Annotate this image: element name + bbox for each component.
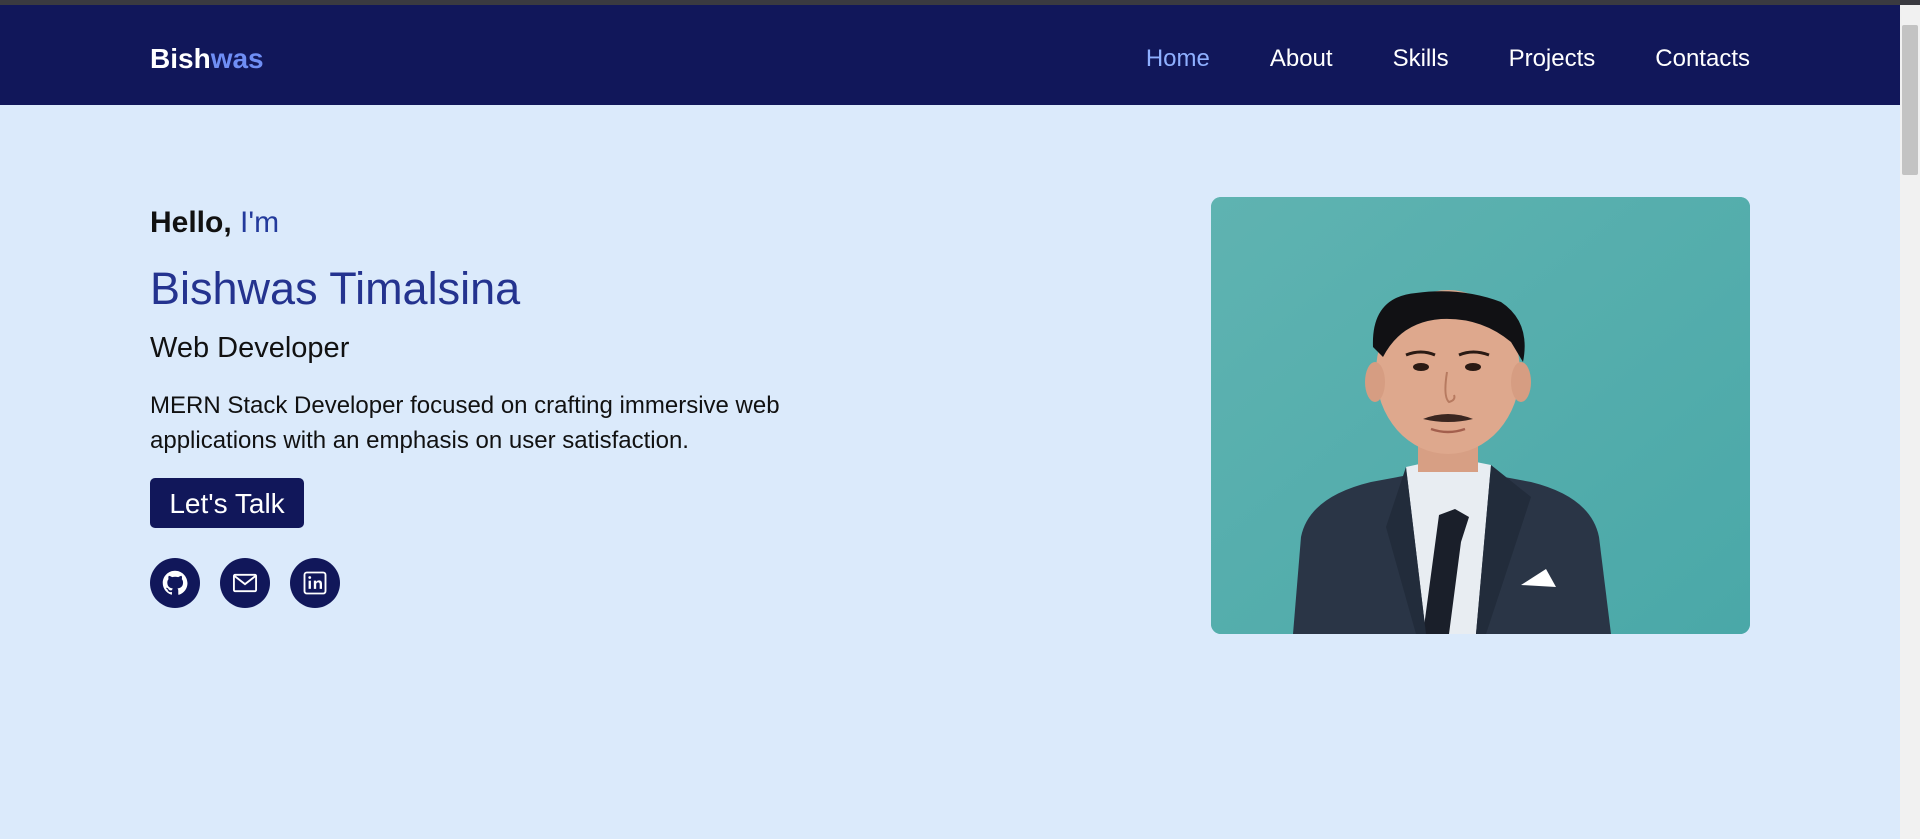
nav-link-projects[interactable]: Projects: [1509, 43, 1596, 75]
nav-link-about[interactable]: About: [1270, 43, 1333, 75]
hero-role: Web Developer: [150, 332, 350, 364]
hero-greeting: Hello, I'm: [150, 205, 279, 241]
brand-first: Bish: [150, 43, 211, 74]
linkedin-link[interactable]: [290, 558, 340, 608]
brand-logo[interactable]: Bishwas: [150, 43, 264, 75]
profile-portrait-image: [1211, 197, 1750, 634]
linkedin-icon: [303, 571, 327, 595]
hero-description: MERN Stack Developer focused on crafting…: [150, 392, 780, 454]
mail-icon: [232, 573, 258, 593]
nav-links: Home About Skills Projects Contacts: [1146, 43, 1750, 75]
brand-second: was: [210, 43, 264, 74]
greeting-accent: I'm: [240, 206, 280, 239]
hero-name: Bishwas Timalsina: [150, 263, 521, 314]
greeting-prefix: Hello,: [150, 206, 241, 239]
github-link[interactable]: [150, 558, 200, 608]
mail-link[interactable]: [220, 558, 270, 608]
navbar: Bishwas Home About Skills Projects Conta…: [0, 5, 1900, 105]
nav-link-home[interactable]: Home: [1146, 43, 1210, 75]
scrollbar-thumb[interactable]: [1902, 25, 1918, 175]
nav-link-contacts[interactable]: Contacts: [1655, 43, 1750, 75]
lets-talk-button[interactable]: Let's Talk: [150, 478, 304, 528]
nav-link-skills[interactable]: Skills: [1393, 43, 1449, 75]
social-links: [150, 558, 340, 608]
github-icon: [162, 570, 188, 595]
profile-photo: [1211, 197, 1750, 634]
page-scrollbar[interactable]: [1900, 5, 1920, 839]
